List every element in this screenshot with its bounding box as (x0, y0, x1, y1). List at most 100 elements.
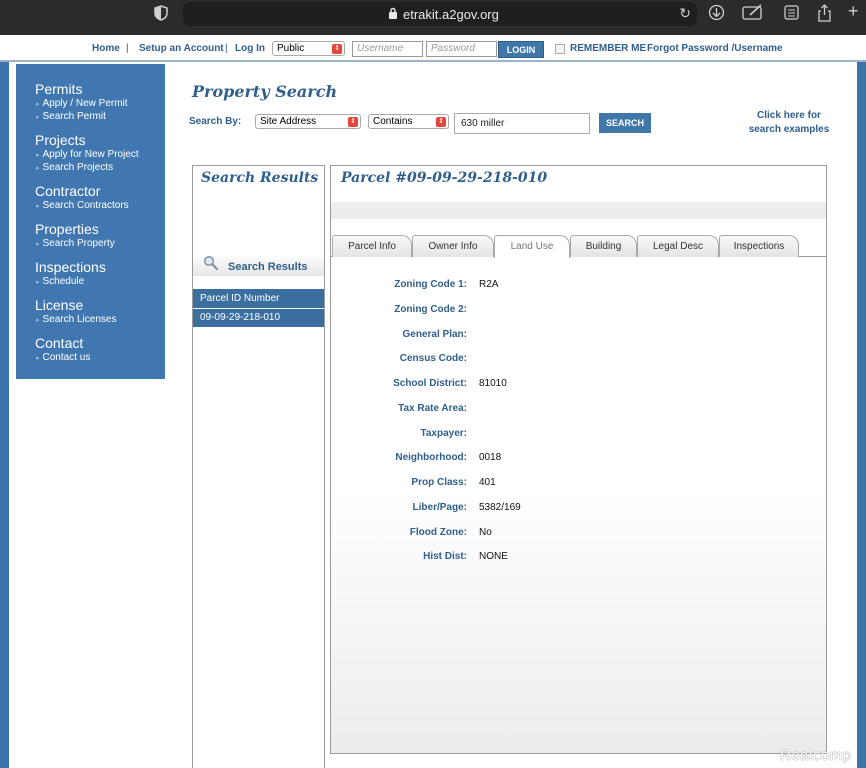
sidebar-heading-properties[interactable]: Properties (35, 221, 99, 237)
page-title: Property Search (192, 82, 338, 101)
forgot-password-link[interactable]: Forgot Password /Username (647, 43, 783, 54)
sidebar-heading-projects[interactable]: Projects (35, 132, 86, 148)
password-input[interactable]: Password (426, 41, 497, 57)
markup-icon[interactable] (742, 4, 764, 24)
parcel-id-column-header[interactable]: Parcel ID Number (193, 289, 324, 308)
watermark: Realcomp (780, 747, 852, 764)
setup-account-link[interactable]: Setup an Account (139, 43, 224, 54)
table-row[interactable]: 09-09-29-218-010 (193, 309, 324, 327)
sidebar-item-label: Schedule (42, 276, 85, 287)
field-label: School District: (393, 378, 467, 389)
field-value: 81010 (479, 378, 507, 389)
search-button[interactable]: SEARCH (599, 113, 651, 133)
tab-legal-desc[interactable]: Legal Desc (637, 235, 719, 257)
field-value: R2A (479, 279, 499, 290)
sidebar-item-label: Search Licenses (42, 314, 117, 325)
reload-icon[interactable]: ↻ (679, 5, 691, 22)
user-type-select[interactable]: Public ⇕ (272, 41, 345, 56)
search-results-title: Search Results (201, 170, 319, 186)
sidebar-item-search-property[interactable]: ▸ Search Property (36, 238, 115, 249)
sidebar-heading-contact[interactable]: Contact (35, 335, 83, 351)
search-by-label: Search By: (189, 116, 242, 127)
search-results-bar: Search Results (193, 254, 324, 276)
bullet-icon: ▸ (36, 165, 40, 172)
nav-separator: | (126, 43, 129, 54)
select-arrow-icon: ⇕ (348, 117, 358, 127)
search-input[interactable]: 630 miller (454, 113, 590, 134)
address-bar[interactable]: etrakit.a2gov.org ↻ (183, 2, 697, 26)
download-icon[interactable] (708, 4, 725, 25)
bullet-icon: ▸ (36, 355, 40, 362)
bullet-icon: ▸ (36, 101, 40, 108)
tab-parcel-info[interactable]: Parcel Info (332, 235, 412, 257)
bullet-icon: ▸ (36, 152, 40, 159)
search-field-select[interactable]: Site Address ⇕ (255, 114, 361, 129)
field-label: Hist Dist: (423, 551, 467, 562)
sidebar-item-search-permit[interactable]: ▸ Search Permit (36, 111, 106, 122)
bullet-icon: ▸ (36, 317, 40, 324)
field-label: Zoning Code 1: (394, 279, 467, 290)
sidebar-item-apply-permit[interactable]: ▸ Apply / New Permit (36, 98, 128, 109)
search-results-subheading: Search Results (228, 261, 308, 273)
sidebar-item-label: Search Contractors (42, 200, 129, 211)
search-field-value: Site Address (260, 116, 317, 127)
sidebar-item-label: Search Permit (42, 111, 106, 122)
nav-separator: | (225, 43, 228, 54)
search-examples-link[interactable]: Click here for search examples (740, 109, 838, 137)
share-icon[interactable] (817, 4, 832, 26)
user-type-value: Public (277, 43, 305, 54)
field-label: Tax Rate Area: (398, 403, 467, 414)
field-value: No (479, 527, 492, 538)
field-value: 0018 (479, 452, 502, 463)
left-page-border (0, 62, 9, 768)
sidebar-item-label: Apply for New Project (42, 149, 139, 160)
sidebar-menu: Permits ▸ Apply / New Permit ▸ Search Perm… (16, 64, 165, 379)
sidebar-item-contact-us[interactable]: ▸ Contact us (36, 352, 90, 363)
sidebar-heading-contractor[interactable]: Contractor (35, 183, 100, 199)
parcel-title: Parcel #09-09-29-218-010 (341, 170, 548, 186)
home-link[interactable]: Home (92, 43, 120, 54)
privacy-shield-icon[interactable] (154, 5, 170, 25)
sidebar-item-label: Search Projects (42, 162, 114, 173)
parcel-header-band (331, 202, 826, 219)
field-label: Flood Zone: (409, 527, 467, 538)
sidebar-item-label: Contact us (42, 352, 91, 363)
bullet-icon: ▸ (36, 241, 40, 248)
bullet-icon: ▸ (36, 114, 40, 121)
sidebar-heading-inspections[interactable]: Inspections (35, 259, 106, 275)
tab-inspections[interactable]: Inspections (719, 235, 799, 257)
sidebar-item-search-projects[interactable]: ▸ Search Projects (36, 162, 113, 173)
remember-me-checkbox[interactable] (555, 44, 565, 54)
sidebar-item-search-licenses[interactable]: ▸ Search Licenses (36, 314, 116, 325)
sidebar-item-search-contractors[interactable]: ▸ Search Contractors (36, 200, 129, 211)
new-tab-icon[interactable]: + (848, 1, 859, 22)
tab-land-use[interactable]: Land Use (494, 235, 570, 258)
field-label: Neighborhood: (395, 452, 467, 463)
field-label: Liber/Page: (412, 502, 467, 513)
field-value: NONE (479, 551, 508, 562)
login-button[interactable]: LOGIN (498, 41, 544, 58)
reader-icon[interactable] (783, 4, 800, 25)
remember-me-label: REMEMBER ME (570, 43, 647, 54)
field-label: Taxpayer: (420, 428, 467, 439)
tab-building[interactable]: Building (570, 235, 637, 257)
log-in-link[interactable]: Log In (235, 43, 265, 54)
browser-toolbar: etrakit.a2gov.org ↻ + (0, 0, 866, 35)
sidebar-item-label: Apply / New Permit (42, 98, 128, 109)
sidebar-item-apply-project[interactable]: ▸ Apply for New Project (36, 149, 139, 160)
sidebar-heading-permits[interactable]: Permits (35, 81, 82, 97)
sidebar-item-schedule[interactable]: ▸ Schedule (36, 276, 84, 287)
tab-owner-info[interactable]: Owner Info (412, 235, 494, 257)
field-label: Census Code: (399, 353, 467, 364)
field-label: Prop Class: (411, 477, 467, 488)
bullet-icon: ▸ (36, 279, 40, 286)
select-arrow-icon: ⇕ (332, 44, 342, 54)
search-operator-select[interactable]: Contains ⇕ (368, 114, 449, 129)
parcel-tabs: Parcel Info Owner Info Land Use Building… (331, 233, 826, 258)
username-input[interactable]: Username (352, 41, 423, 57)
sidebar-heading-license[interactable]: License (35, 297, 83, 313)
bullet-icon: ▸ (36, 203, 40, 210)
select-arrow-icon: ⇕ (436, 117, 446, 127)
right-page-border (857, 62, 866, 768)
magnifier-icon (203, 255, 219, 274)
